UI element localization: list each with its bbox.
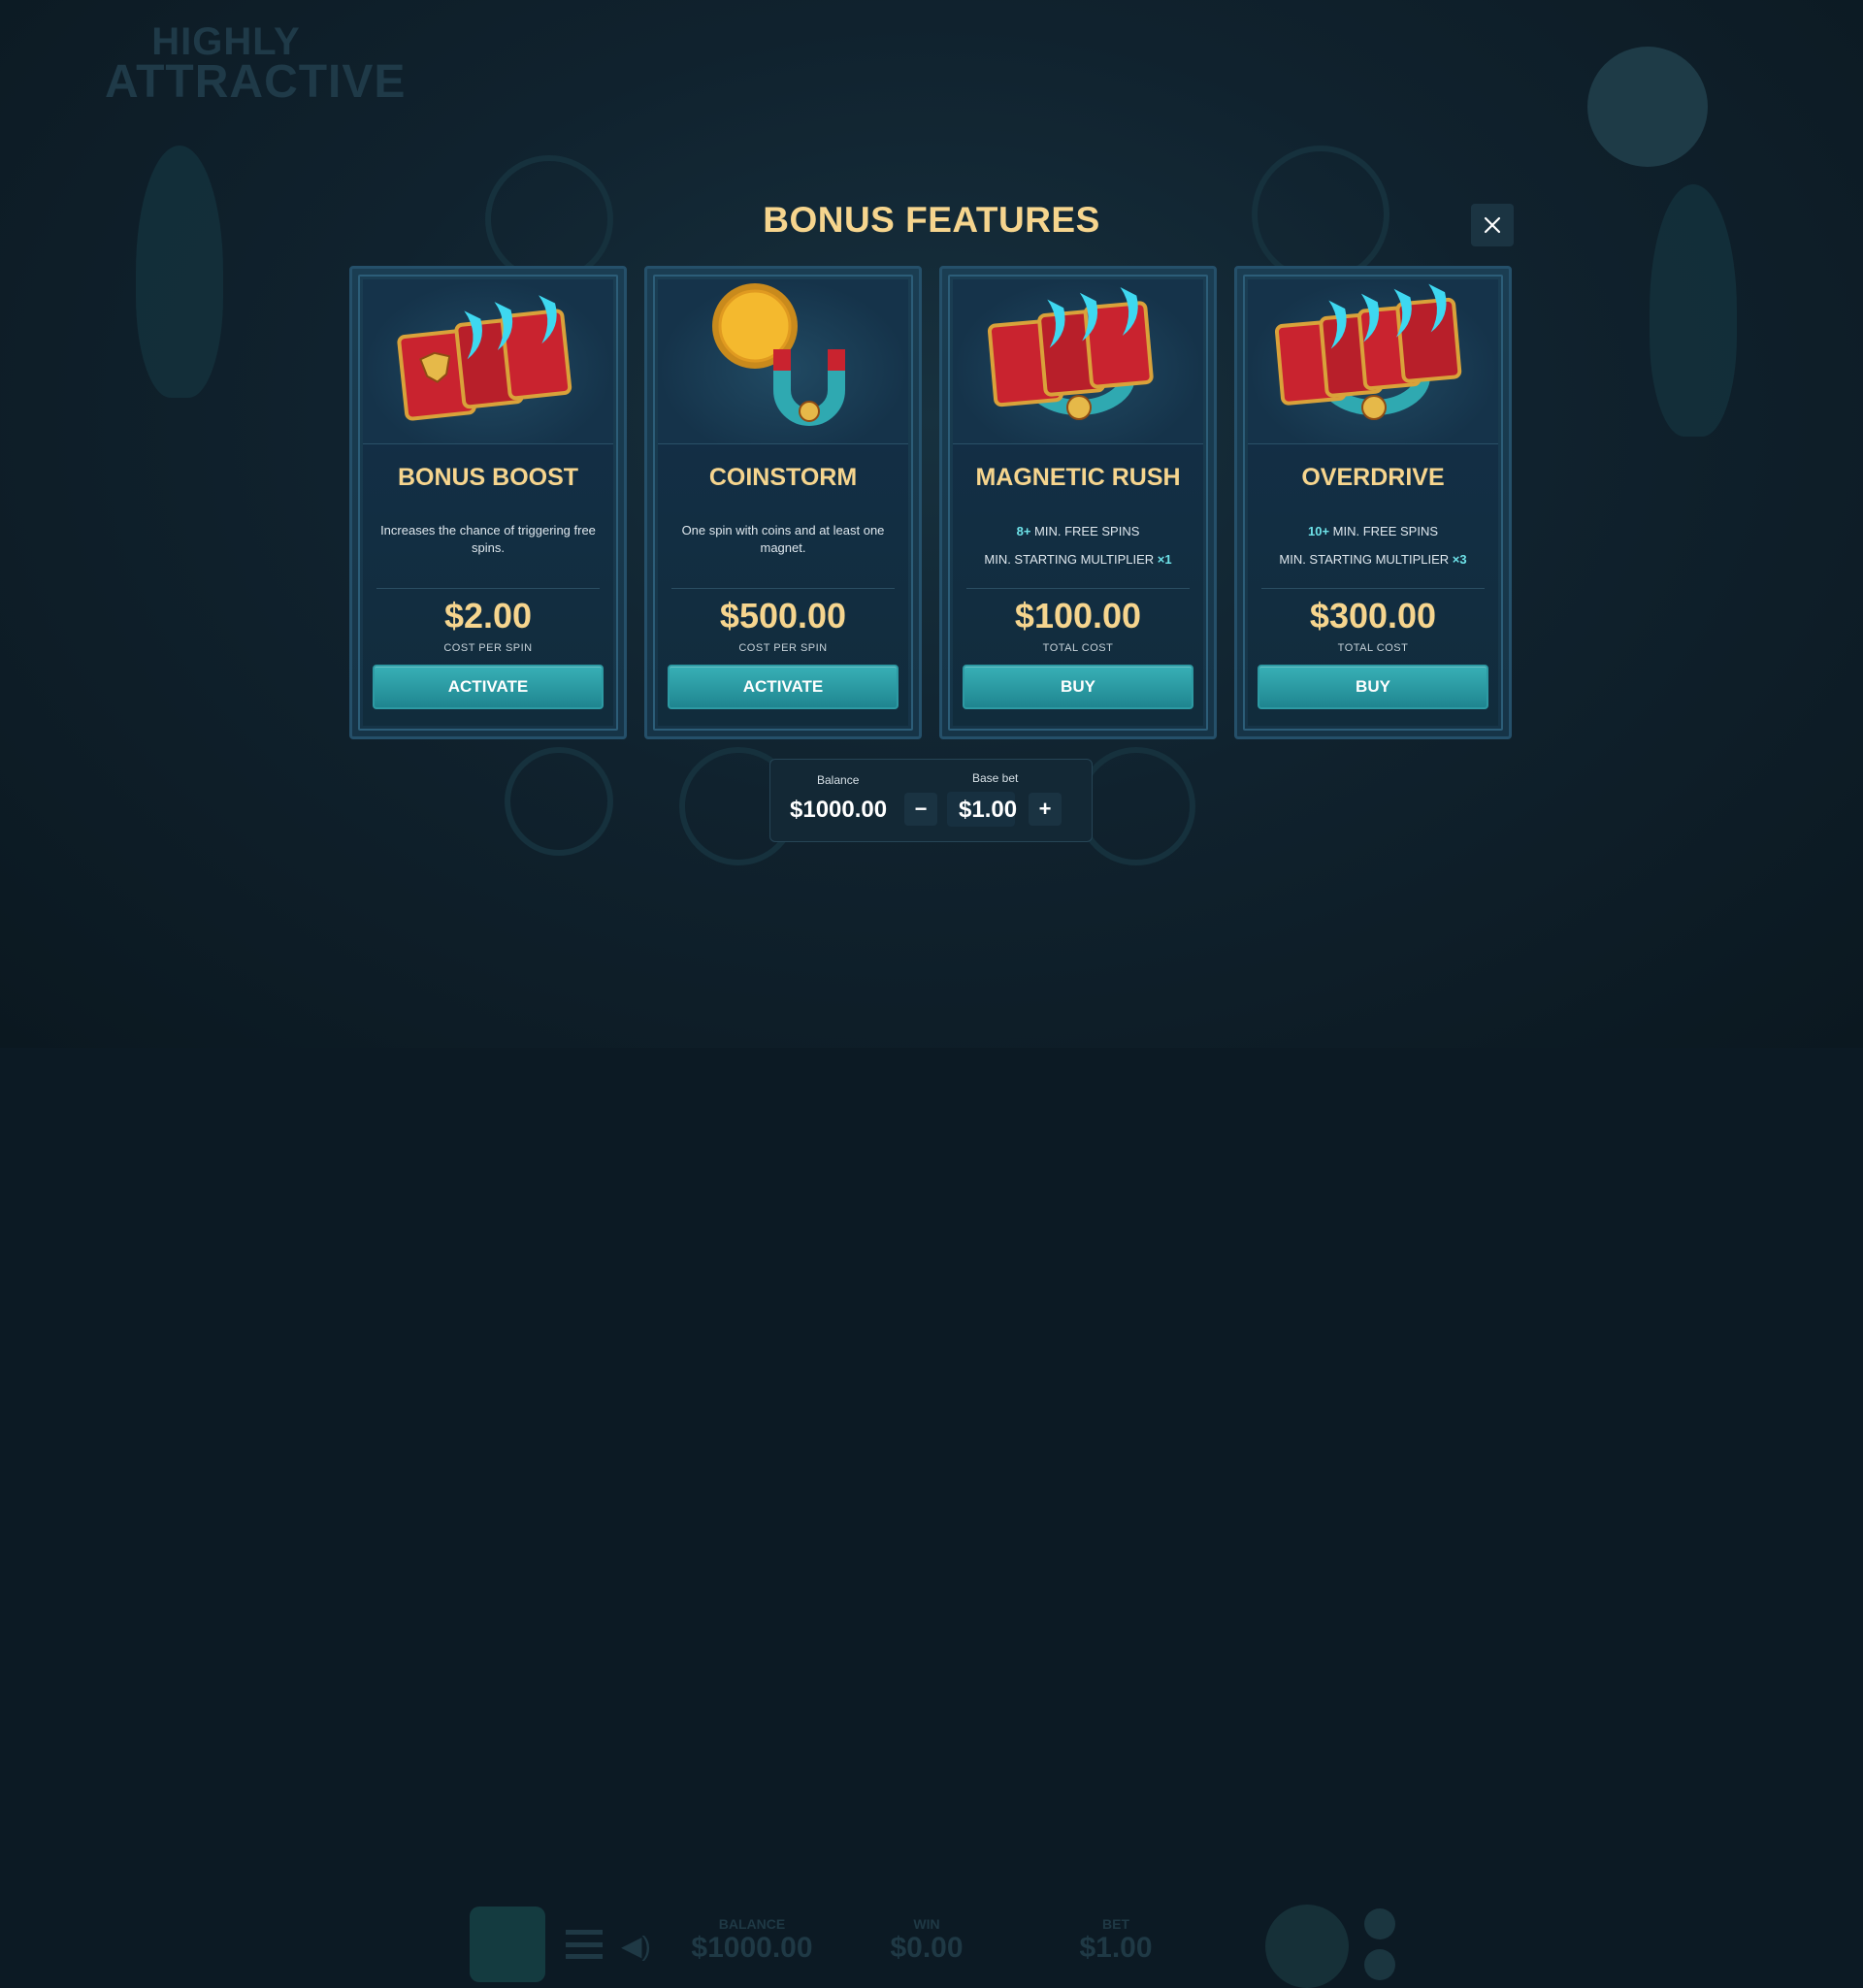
base-bet-value: $1.00	[959, 797, 1018, 823]
books-magnet-icon	[953, 279, 1203, 444]
card-coinstorm: COINSTORM One spin with coins and at lea…	[644, 266, 922, 739]
bg-bet-value: $1.00	[1079, 1932, 1153, 1964]
bg-balance-stat: BALANCE $1000.00	[679, 1916, 825, 1965]
bg-balance-label: BALANCE	[718, 1916, 786, 1932]
increase-bet-button[interactable]: +	[1029, 793, 1062, 826]
bg-balance-value: $1000.00	[691, 1932, 813, 1964]
menu-icon	[566, 1930, 603, 1959]
card-free-spins: 10+ MIN. FREE SPINS	[1259, 524, 1487, 538]
game-logo: HIGHLY ATTRACTIVE	[105, 20, 407, 108]
bg-bet-stat: BET $1.00	[1062, 1916, 1169, 1965]
coin-magnet-icon	[658, 279, 908, 444]
multiplier-text: MIN. STARTING MULTIPLIER	[984, 552, 1158, 567]
card-price: $300.00	[1309, 596, 1437, 636]
close-button[interactable]	[1471, 204, 1514, 246]
buy-overdrive-button[interactable]: BUY	[1258, 665, 1488, 709]
card-multiplier: MIN. STARTING MULTIPLIER ×3	[1259, 552, 1487, 567]
bg-win-stat: WIN $0.00	[873, 1916, 980, 1965]
card-divider	[671, 588, 895, 589]
close-icon	[1484, 216, 1501, 234]
game-logo-line2: ATTRACTIVE	[105, 56, 407, 108]
modal-title: BONUS FEATURES	[763, 200, 1100, 240]
activate-coinstorm-button[interactable]: ACTIVATE	[668, 665, 899, 709]
card-magnetic-rush: MAGNETIC RUSH 8+ MIN. FREE SPINS MIN. ST…	[939, 266, 1217, 739]
card-divider	[1261, 588, 1485, 589]
bg-win-value: $0.00	[890, 1932, 964, 1964]
autoplay-icon	[1364, 1908, 1395, 1939]
card-divider	[966, 588, 1190, 589]
moon-decoration	[1587, 47, 1708, 167]
balance-value: $1000.00	[790, 797, 888, 823]
card-multiplier: MIN. STARTING MULTIPLIER ×1	[964, 552, 1192, 567]
card-title: OVERDRIVE	[1301, 464, 1445, 491]
card-cost-label: COST PER SPIN	[738, 642, 828, 654]
base-bet-label: Base bet	[972, 771, 1019, 785]
speaker-icon: ◀)	[621, 1931, 651, 1961]
card-cost-label: COST PER SPIN	[443, 642, 533, 654]
card-price: $500.00	[719, 596, 847, 636]
spell-books-icon	[363, 279, 613, 444]
free-spins-value: 8+	[1016, 524, 1031, 538]
card-description: Increases the chance of triggering free …	[380, 523, 596, 555]
turbo-icon	[1364, 1949, 1395, 1980]
reel-symbol	[505, 747, 613, 856]
flame-decoration-left	[136, 146, 223, 398]
card-free-spins: 8+ MIN. FREE SPINS	[964, 524, 1192, 538]
multiplier-value: ×3	[1452, 552, 1467, 567]
decrease-bet-button[interactable]: −	[904, 793, 937, 826]
activate-bonus-boost-button[interactable]: ACTIVATE	[373, 665, 604, 709]
card-bonus-boost: BONUS BOOST Increases the chance of trig…	[349, 266, 627, 739]
game-logo-line1: HIGHLY	[151, 20, 301, 63]
multiplier-value: ×1	[1157, 552, 1172, 567]
reel-symbol	[1077, 747, 1195, 865]
bg-bet-label: BET	[1102, 1916, 1129, 1932]
spin-button	[1265, 1905, 1349, 1988]
bonus-cards: BONUS BOOST Increases the chance of trig…	[349, 266, 1514, 739]
card-divider	[376, 588, 600, 589]
free-spins-text: MIN. FREE SPINS	[1030, 524, 1140, 538]
buy-magnetic-rush-button[interactable]: BUY	[963, 665, 1193, 709]
card-title: MAGNETIC RUSH	[975, 464, 1181, 491]
card-overdrive: OVERDRIVE 10+ MIN. FREE SPINS MIN. START…	[1234, 266, 1512, 739]
bet-panel: Balance $1000.00 Base bet − $1.00 +	[769, 759, 1093, 842]
bonus-buy-button	[470, 1907, 545, 1982]
card-title: BONUS BOOST	[397, 464, 579, 491]
bottom-bar: ◀) BALANCE $1000.00 WIN $0.00 BET $1.00	[0, 946, 1863, 1988]
card-title: COINSTORM	[708, 464, 858, 491]
card-cost-label: TOTAL COST	[1337, 642, 1409, 654]
card-description: One spin with coins and at least one mag…	[681, 523, 885, 555]
free-spins-value: 10+	[1307, 524, 1330, 538]
balance-label: Balance	[817, 773, 860, 787]
books-magnet-icon	[1248, 279, 1498, 444]
card-cost-label: TOTAL COST	[1042, 642, 1114, 654]
card-price: $2.00	[443, 596, 533, 636]
bg-win-label: WIN	[913, 1916, 940, 1932]
multiplier-text: MIN. STARTING MULTIPLIER	[1279, 552, 1453, 567]
card-price: $100.00	[1014, 596, 1142, 636]
free-spins-text: MIN. FREE SPINS	[1329, 524, 1439, 538]
